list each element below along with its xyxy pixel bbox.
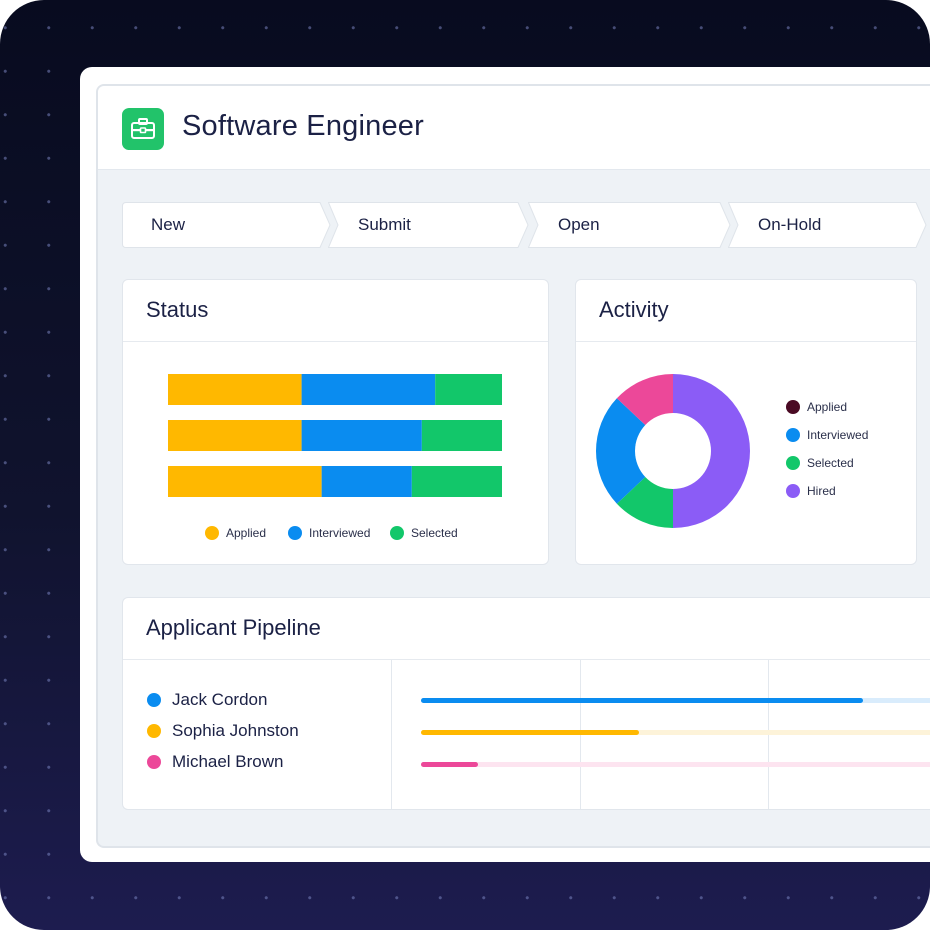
status-legend: Applied Interviewed Selected	[205, 526, 505, 542]
legend-label: Selected	[807, 456, 854, 470]
legend-dot	[786, 400, 800, 414]
card-header: Activity	[576, 280, 916, 342]
bar-segment-applied	[168, 420, 302, 451]
applicant-dot	[147, 755, 161, 769]
briefcase-icon	[122, 108, 164, 150]
progress-fill	[421, 730, 640, 735]
page-title: Software Engineer	[182, 110, 424, 142]
applicant-name: Sophia Johnston	[172, 721, 299, 740]
legend-dot	[786, 456, 800, 470]
legend-dot	[205, 526, 219, 540]
legend-label: Interviewed	[807, 428, 869, 442]
stage-label: Submit	[358, 215, 411, 234]
status-title: Status	[146, 297, 209, 322]
bar-segment-applied	[168, 466, 322, 497]
activity-title: Activity	[599, 297, 669, 322]
bar-segment-applied	[168, 374, 302, 405]
activity-donut-chart	[596, 374, 750, 528]
legend-dot	[786, 428, 800, 442]
activity-legend: Applied Interviewed Selected Hired	[786, 400, 906, 510]
stage-new[interactable]: New	[122, 202, 336, 248]
progress-track	[421, 698, 930, 703]
pipeline-title: Applicant Pipeline	[146, 615, 321, 640]
legend-label: Hired	[807, 484, 836, 498]
stage-on-hold[interactable]: On-Hold	[728, 202, 930, 248]
legend-dot	[786, 484, 800, 498]
stage-submit[interactable]: Submit	[328, 202, 538, 248]
status-stacked-bar-chart	[168, 374, 502, 497]
job-dashboard: Software Engineer New Submit Open On-Hol…	[96, 84, 930, 848]
activity-card: Activity Applied Interviewed Selected Hi…	[575, 279, 917, 565]
applicant-dot	[147, 693, 161, 707]
legend-label: Applied	[807, 400, 848, 414]
bar-segment-interviewed	[301, 420, 422, 451]
column-divider	[391, 660, 392, 809]
legend-label: Applied	[226, 526, 267, 540]
progress-fill	[421, 698, 863, 703]
card-header: Applicant Pipeline	[123, 598, 930, 660]
progress-fill	[421, 762, 479, 767]
stage-open[interactable]: Open	[528, 202, 738, 248]
status-card: Status Applied Interviewed Selected	[122, 279, 549, 565]
stage-label: Open	[558, 215, 600, 234]
stage-stepper: New Submit Open On-Hold	[122, 202, 930, 248]
legend-dot	[288, 526, 302, 540]
bar-segment-interviewed	[301, 374, 436, 405]
legend-dot	[390, 526, 404, 540]
donut-slice-hired	[673, 374, 750, 528]
legend-label: Interviewed	[309, 526, 371, 540]
applicant-pipeline-card: Applicant Pipeline Jack Cordon Sophia Jo…	[122, 597, 930, 810]
progress-track	[421, 730, 930, 735]
applicant-name: Michael Brown	[172, 752, 284, 771]
card-header: Status	[123, 280, 548, 342]
stage-label: New	[151, 215, 186, 234]
bar-segment-selected	[411, 466, 502, 497]
applicant-name: Jack Cordon	[172, 690, 268, 709]
legend-label: Selected	[411, 526, 458, 540]
stage-label: On-Hold	[758, 215, 822, 234]
applicant-dot	[147, 724, 161, 738]
page-header: Software Engineer	[98, 86, 930, 170]
bar-segment-selected	[435, 374, 502, 405]
progress-track	[421, 762, 930, 767]
bar-segment-interviewed	[321, 466, 412, 497]
bar-segment-selected	[421, 420, 502, 451]
